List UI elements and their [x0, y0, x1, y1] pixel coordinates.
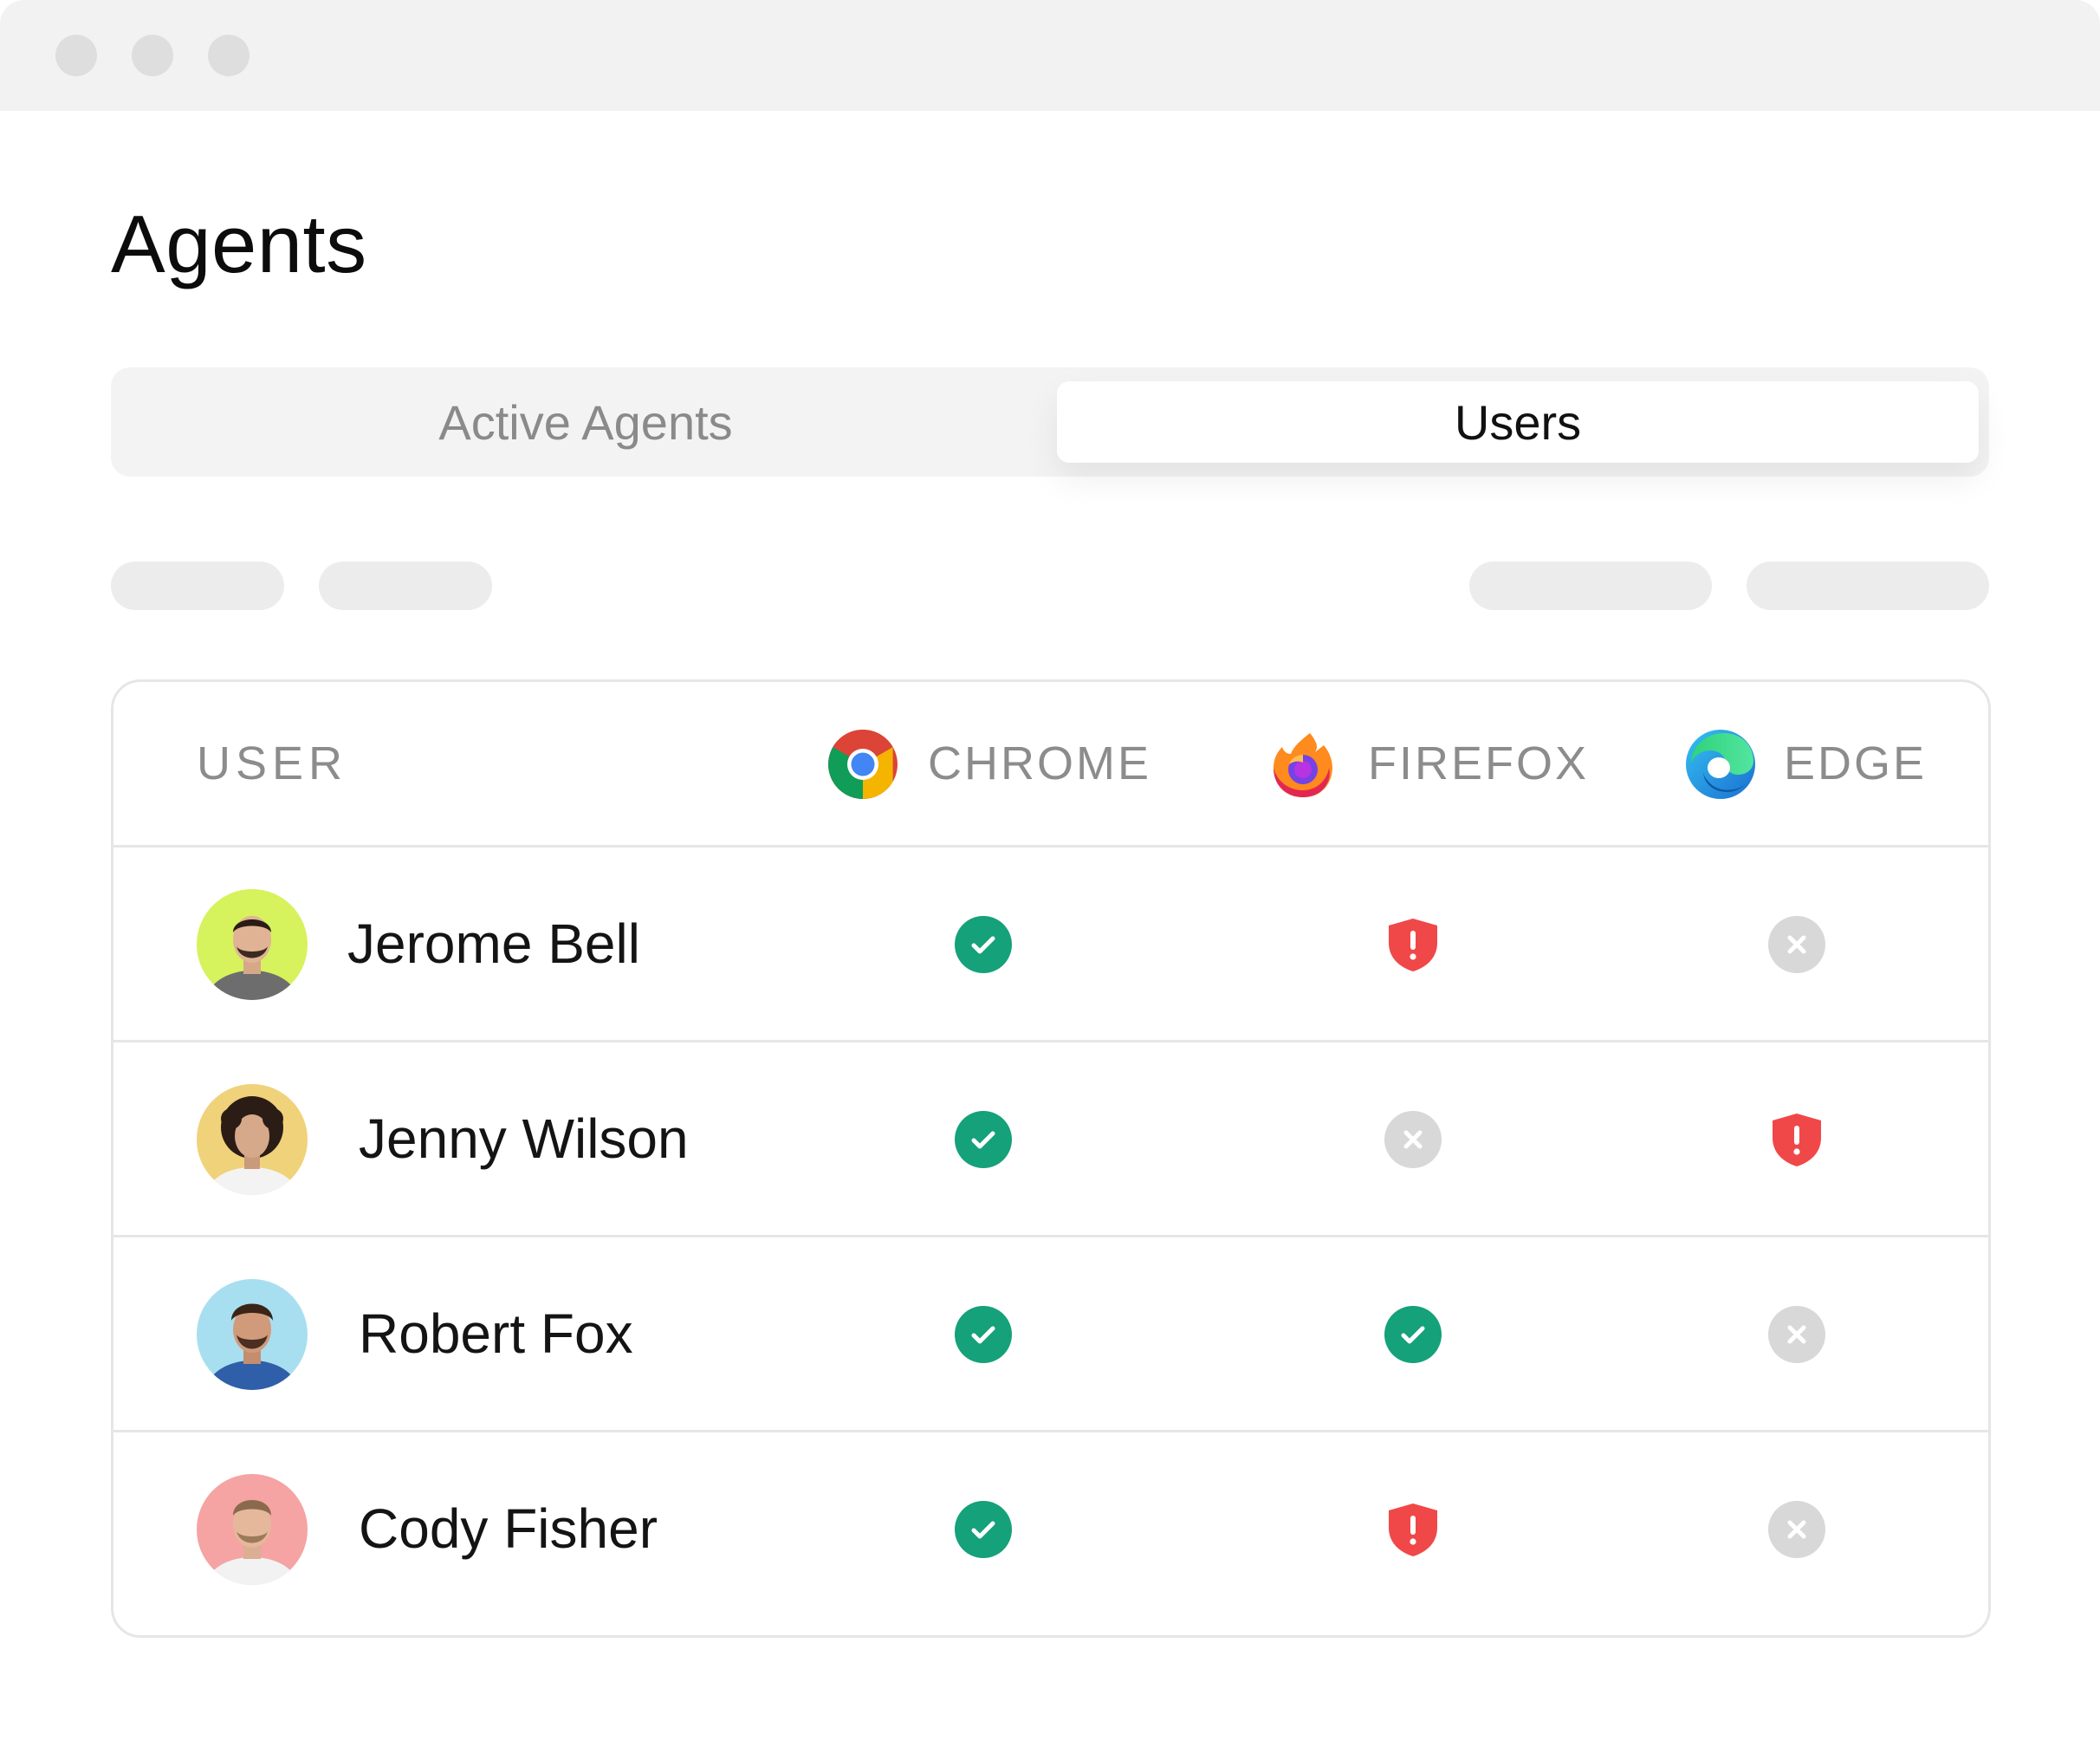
chrome-icon [828, 730, 898, 799]
firefox-status-alert-shield-icon [1384, 1501, 1442, 1558]
avatar [197, 889, 308, 1000]
table-row[interactable]: Robert Fox [113, 1237, 1988, 1432]
edge-status-none-icon [1768, 1306, 1825, 1363]
filter-placeholder-2[interactable] [319, 562, 492, 610]
chrome-status-ok-icon [955, 1306, 1012, 1363]
window-titlebar [0, 0, 2100, 111]
window-minimize-dot[interactable] [132, 35, 173, 76]
filter-placeholder-1[interactable] [111, 562, 284, 610]
chrome-status-ok-icon [955, 916, 1012, 973]
user-name: Robert Fox [359, 1302, 633, 1365]
column-header-edge: EDGE [1784, 737, 1928, 789]
page-title: Agents [111, 198, 367, 289]
table-header: USER CHROME FIREFOX EDGE [113, 682, 1988, 848]
user-name: Jerome Bell [347, 912, 640, 975]
action-placeholder-1[interactable] [1469, 562, 1712, 610]
users-table: USER CHROME FIREFOX EDGE Jerome Bell Jen… [111, 679, 1991, 1638]
edge-status-alert-shield-icon [1768, 1111, 1825, 1168]
window-maximize-dot[interactable] [208, 35, 250, 76]
tab-active-agents[interactable]: Active Agents [125, 381, 1047, 463]
tab-users[interactable]: Users [1057, 381, 1979, 463]
table-row[interactable]: Cody Fisher [113, 1432, 1988, 1625]
firefox-status-ok-icon [1384, 1306, 1442, 1363]
table-row[interactable]: Jerome Bell [113, 848, 1988, 1042]
firefox-icon [1274, 733, 1332, 797]
edge-status-none-icon [1768, 1501, 1825, 1558]
edge-icon [1686, 730, 1755, 799]
column-header-user: USER [197, 737, 348, 789]
chrome-status-ok-icon [955, 1501, 1012, 1558]
column-header-firefox: FIREFOX [1368, 737, 1590, 789]
avatar [197, 1084, 308, 1195]
avatar [197, 1474, 308, 1585]
avatar [197, 1279, 308, 1390]
firefox-status-alert-shield-icon [1384, 916, 1442, 973]
user-name: Jenny Wilson [359, 1107, 689, 1170]
window-close-dot[interactable] [55, 35, 97, 76]
chrome-status-ok-icon [955, 1111, 1012, 1168]
column-header-chrome: CHROME [928, 737, 1151, 789]
table-row[interactable]: Jenny Wilson [113, 1042, 1988, 1237]
firefox-status-none-icon [1384, 1111, 1442, 1168]
action-placeholder-2[interactable] [1747, 562, 1989, 610]
user-name: Cody Fisher [359, 1497, 658, 1560]
tab-bar: Active Agents Users [111, 367, 1989, 477]
edge-status-none-icon [1768, 916, 1825, 973]
